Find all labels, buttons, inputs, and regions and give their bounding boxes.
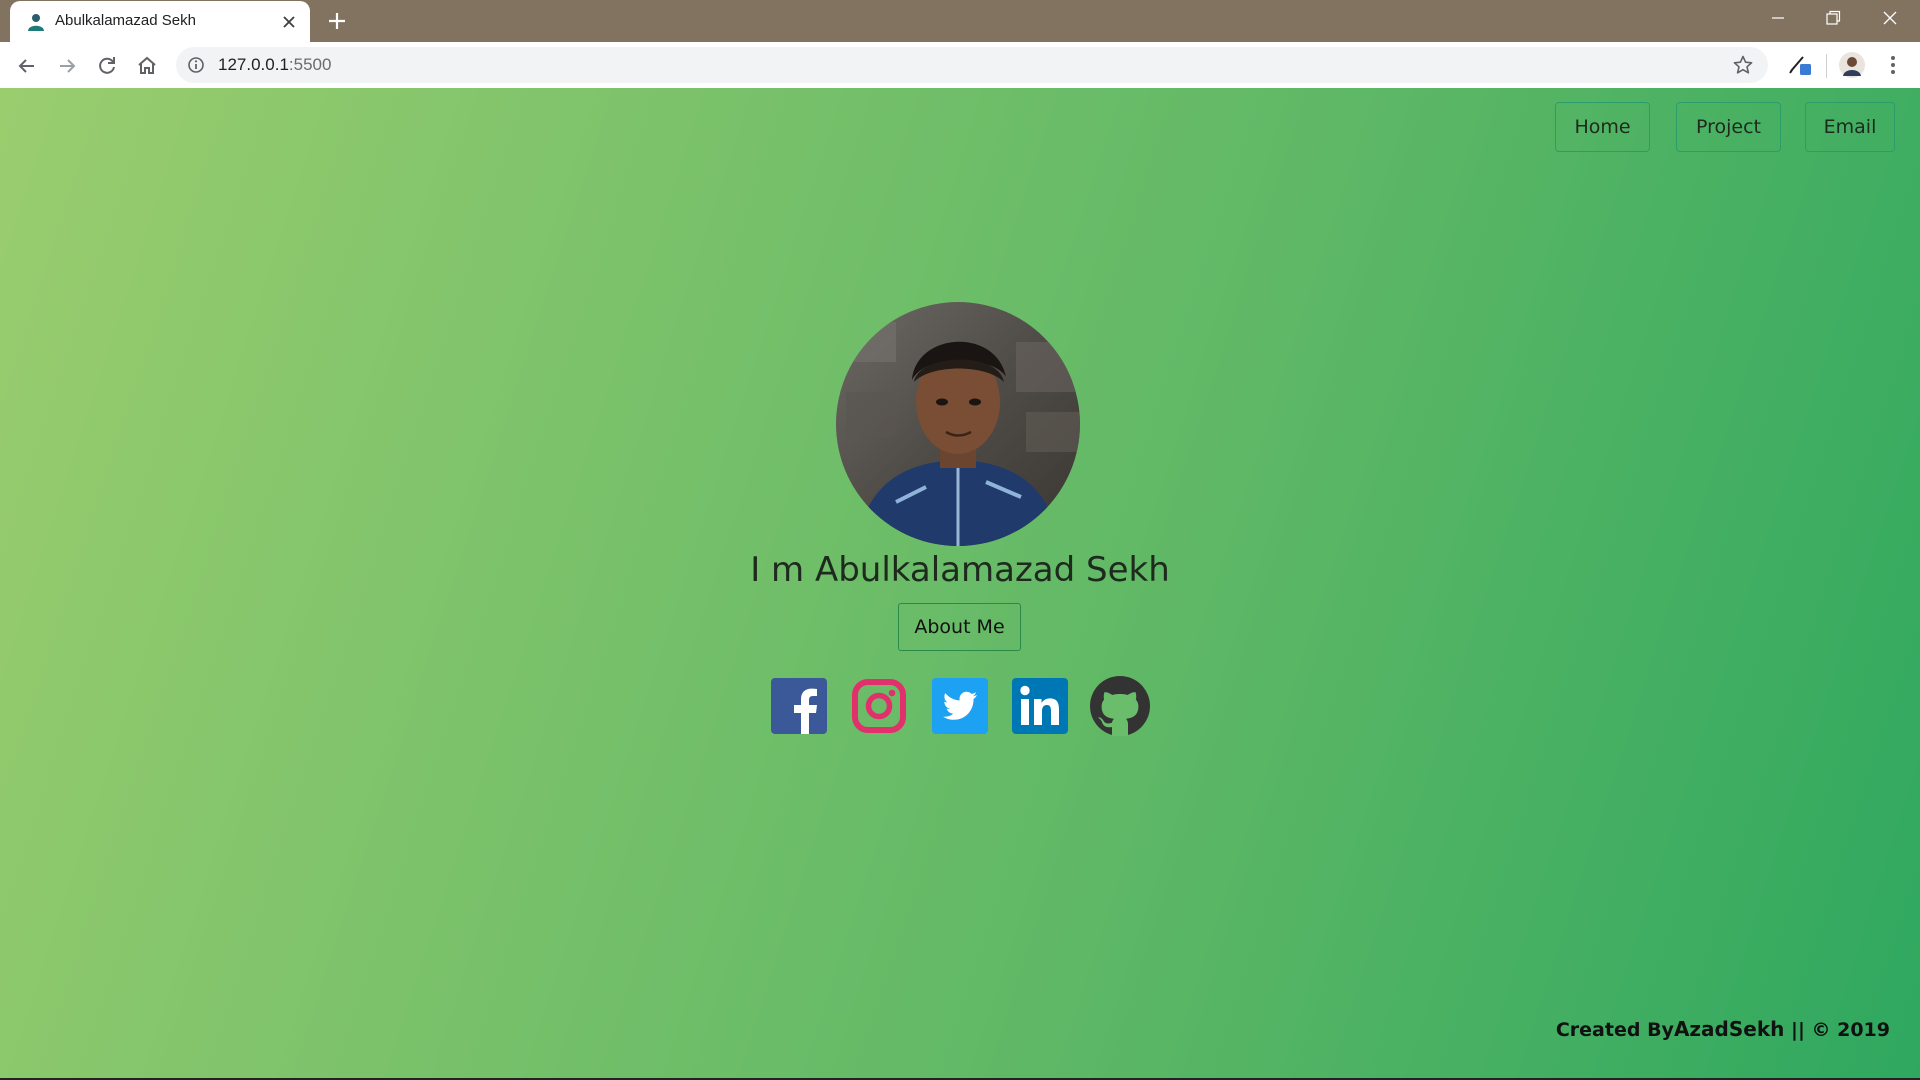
footer-credit: Created ByAzadSekh || © 2019	[1556, 1017, 1890, 1041]
url-host: 127.0.0.1	[218, 55, 289, 74]
profile-avatar-icon[interactable]	[1838, 51, 1866, 79]
nav-email-link[interactable]: Email	[1805, 102, 1895, 152]
linkedin-icon[interactable]	[1012, 678, 1068, 734]
info-icon[interactable]	[187, 56, 205, 74]
tab-title: Abulkalamazad Sekh	[55, 12, 196, 29]
url-port: :5500	[288, 55, 332, 74]
url-text: 127.0.0.1:5500	[218, 55, 331, 75]
nav-project-link[interactable]: Project	[1676, 102, 1781, 152]
browser-titlebar: Abulkalamazad Sekh	[0, 0, 1920, 42]
reload-icon[interactable]	[93, 52, 121, 80]
forward-icon[interactable]	[53, 52, 81, 80]
back-icon[interactable]	[13, 52, 41, 80]
address-bar[interactable]: 127.0.0.1:5500	[176, 47, 1768, 83]
restore-button[interactable]	[1805, 0, 1861, 36]
instagram-icon[interactable]	[851, 678, 907, 734]
twitter-icon[interactable]	[932, 678, 988, 734]
github-icon[interactable]	[1089, 675, 1151, 737]
footer-suffix: || © 2019	[1784, 1019, 1890, 1041]
footer-created-by: Created By	[1555, 1019, 1674, 1041]
browser-toolbar: 127.0.0.1:5500	[0, 42, 1920, 89]
facebook-icon[interactable]	[771, 678, 827, 734]
nav-home-link[interactable]: Home	[1555, 102, 1650, 152]
about-me-button[interactable]: About Me	[898, 603, 1021, 651]
restore-icon	[1826, 10, 1841, 25]
hero-heading: I m Abulkalamazad Sekh	[750, 550, 1170, 590]
toolbar-divider	[1826, 54, 1827, 78]
close-window-icon	[1883, 11, 1897, 25]
bookmark-star-icon[interactable]	[1732, 54, 1754, 76]
page-content: Home Project Email I m Abulkalamazad Sek…	[0, 88, 1920, 1080]
menu-kebab-icon[interactable]	[1879, 51, 1907, 79]
extension-pen-icon[interactable]	[1786, 51, 1814, 79]
minimize-icon	[1772, 17, 1784, 19]
new-tab-icon[interactable]	[326, 10, 348, 32]
footer-author: AzadSekh	[1673, 1017, 1785, 1041]
home-icon[interactable]	[133, 52, 161, 80]
user-favicon-icon	[26, 12, 46, 32]
browser-tab[interactable]: Abulkalamazad Sekh	[10, 1, 310, 42]
profile-photo	[836, 302, 1080, 546]
close-window-button[interactable]	[1862, 0, 1918, 36]
minimize-button[interactable]	[1750, 0, 1806, 36]
close-tab-icon[interactable]	[280, 13, 298, 31]
